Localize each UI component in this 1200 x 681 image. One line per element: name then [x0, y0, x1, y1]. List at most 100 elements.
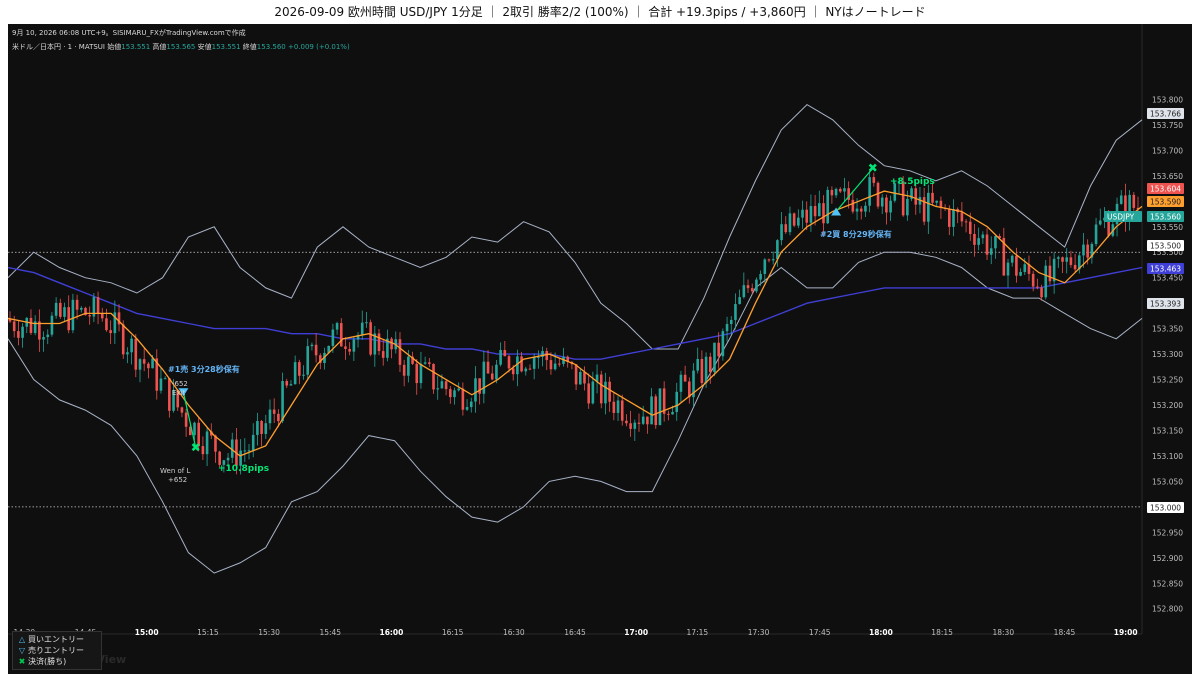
candle-body	[1015, 255, 1018, 276]
trade-annotation: Exit	[172, 389, 186, 397]
candle-body	[365, 322, 368, 324]
candle-body	[71, 299, 75, 331]
candle-body	[641, 416, 645, 424]
candle-body	[1048, 265, 1052, 282]
legend-label: 売りエントリー	[28, 646, 84, 655]
y-tick-label: 153.550	[1152, 223, 1183, 232]
candle-body	[495, 364, 498, 380]
candle-body	[843, 188, 846, 192]
candle-body	[218, 451, 221, 465]
candle-body	[1098, 220, 1102, 225]
candle-body	[646, 416, 649, 425]
x-tick-label: 15:15	[197, 628, 219, 637]
candle-body	[1065, 257, 1069, 262]
candle-body	[708, 356, 712, 373]
candle-body	[734, 304, 737, 320]
candle-body	[352, 339, 356, 352]
candle-body	[331, 329, 335, 346]
candle-body	[620, 400, 624, 421]
y-tick-label: 152.900	[1152, 554, 1183, 563]
price-badge-label: 153.560	[1150, 213, 1181, 222]
trade-annotation: +10.8pips	[218, 464, 269, 474]
candle-body	[289, 384, 293, 386]
price-badge-label: 153.463	[1150, 265, 1181, 274]
x-tick-label: 16:45	[564, 628, 586, 637]
trade-annotation: Wen of L	[160, 467, 190, 475]
close-label: 終値	[242, 43, 257, 51]
candle-body	[1094, 224, 1098, 244]
candle-body	[490, 373, 494, 380]
candle-body	[834, 188, 838, 196]
candle-body	[838, 188, 842, 192]
candle-body	[1023, 264, 1027, 272]
candle-body	[520, 356, 523, 372]
candle-body	[876, 182, 880, 207]
candle-body	[826, 189, 829, 224]
candle-body	[935, 200, 939, 203]
candle-body	[767, 259, 771, 261]
candle-body	[981, 234, 985, 239]
candle-body	[474, 378, 477, 402]
candle-body	[142, 359, 146, 364]
price-badge-label: 153.766	[1150, 110, 1181, 119]
price-badge-label: 153.393	[1150, 300, 1181, 309]
candle-body	[1073, 264, 1077, 270]
candle-body	[763, 259, 767, 274]
x-tick-label: 16:15	[442, 628, 464, 637]
trade-annotation: +652	[168, 476, 187, 484]
candle-body	[159, 378, 163, 391]
price-badge-label: 153.500	[1150, 242, 1181, 251]
candle-body	[348, 348, 351, 352]
candle-body	[390, 338, 393, 350]
candle-body	[671, 411, 674, 415]
candle-body	[725, 324, 729, 332]
candle-body	[1010, 255, 1014, 263]
candle-body	[872, 177, 876, 183]
candle-body	[457, 388, 460, 391]
y-tick-label: 153.800	[1152, 95, 1183, 104]
price-chart[interactable]: 152.800 152.850 152.900 152.950 153.000 153.0…	[8, 24, 1192, 674]
candle-body	[436, 388, 440, 390]
legend-exit-win: ✖ 決済(勝ち)	[16, 656, 98, 667]
candle-body	[134, 338, 138, 370]
candle-body	[889, 200, 892, 213]
candle-body	[29, 317, 33, 333]
candle-body	[574, 364, 578, 385]
candle-body	[1069, 257, 1073, 265]
candle-body	[1061, 257, 1064, 262]
candle-body	[440, 381, 444, 389]
candle-body	[448, 389, 452, 398]
candle-body	[469, 401, 473, 408]
candle-body	[138, 359, 142, 370]
candle-body	[679, 374, 683, 392]
candle-body	[784, 224, 788, 233]
sma-line	[8, 266, 1143, 360]
high-label: 高値	[152, 43, 167, 51]
price-badge-label: 153.590	[1150, 198, 1181, 207]
x-tick-label: 17:30	[748, 628, 770, 637]
candle-body	[859, 208, 863, 212]
candle-body	[583, 372, 586, 384]
candle-body	[654, 396, 658, 426]
change-value: +0.009 (+0.01%)	[287, 43, 350, 51]
candle-body	[46, 334, 50, 338]
candle-body	[226, 457, 230, 461]
chart-panel[interactable]: 152.800 152.850 152.900 152.950 153.000 153.0…	[8, 24, 1192, 674]
candle-body	[503, 349, 507, 357]
x-tick-label: 17:45	[809, 628, 831, 637]
bollinger-upper-line	[8, 103, 1143, 350]
x-tick-label: 18:15	[931, 628, 953, 637]
x-tick-label: 15:00	[135, 628, 159, 637]
candle-body	[738, 297, 741, 305]
y-tick-label: 153.150	[1152, 426, 1183, 435]
candle-body	[675, 391, 679, 412]
candle-body	[1031, 273, 1035, 287]
candle-body	[180, 407, 184, 413]
candle-body	[578, 372, 582, 385]
candle-body	[968, 221, 972, 234]
candle-body	[100, 313, 104, 319]
candle-body	[545, 351, 549, 361]
candle-body	[402, 364, 406, 376]
trade-annotation: #2買 8分29秒保有	[820, 229, 892, 239]
candle-body	[994, 236, 997, 249]
